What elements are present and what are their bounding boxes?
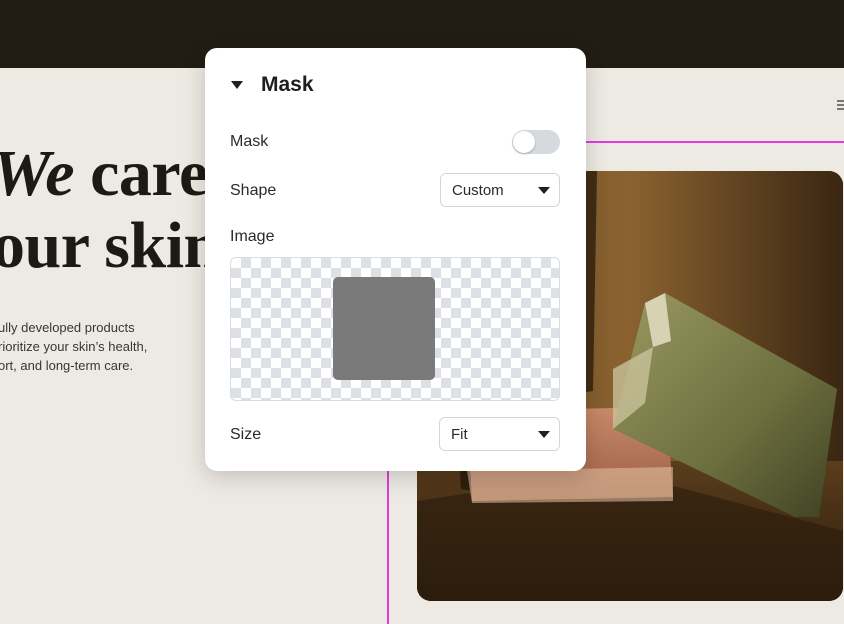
hero-heading-line-1: We care [0, 138, 220, 210]
selection-guide-vertical [387, 470, 389, 624]
mask-settings-panel: Mask Mask Shape Custom Image Size Fit [205, 48, 586, 471]
image-label: Image [230, 228, 275, 245]
mask-toggle[interactable] [512, 130, 560, 154]
shape-select[interactable]: Custom [440, 173, 560, 207]
size-select-value: Fit [451, 425, 468, 443]
hero-body-line: rioritize your skin’s health, [0, 339, 148, 354]
shape-select-value: Custom [452, 181, 504, 199]
size-select[interactable]: Fit [439, 417, 560, 451]
chevron-down-icon [538, 431, 550, 438]
hero-body-line: ort, and long-term care. [0, 358, 134, 373]
hero-heading-line-2: our skin [0, 209, 220, 282]
hamburger-menu-icon[interactable] [837, 100, 844, 110]
panel-header[interactable]: Mask [231, 72, 314, 98]
hero-heading-line-1-rest: care [74, 137, 208, 210]
mask-label: Mask [230, 133, 269, 150]
selection-guide-horizontal [585, 141, 844, 143]
hero-body-line: ully developed products [0, 320, 135, 335]
size-label: Size [230, 426, 262, 443]
panel-title: Mask [261, 73, 314, 96]
hero-heading: We care our skin [0, 138, 220, 282]
hero-heading-italic-word: We [0, 137, 75, 210]
collapse-caret-icon[interactable] [231, 81, 243, 89]
toggle-knob [513, 131, 535, 153]
hero-body-text: ully developed products rioritize your s… [0, 318, 198, 375]
mask-image-preview [333, 277, 435, 380]
mask-image-dropzone[interactable] [230, 257, 560, 401]
shape-label: Shape [230, 182, 277, 199]
chevron-down-icon [538, 187, 550, 194]
